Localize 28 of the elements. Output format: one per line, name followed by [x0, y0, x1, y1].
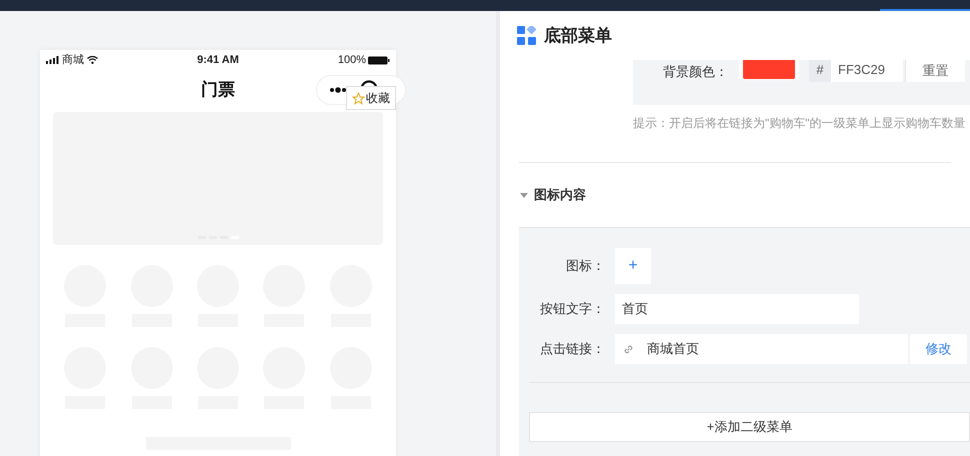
status-time: 9:41 AM [196, 52, 240, 68]
signal-icon [46, 56, 59, 64]
section-header[interactable]: 图标内容 [500, 163, 970, 227]
color-input[interactable]: FF3C29 [831, 60, 903, 82]
panel-title: 底部菜单 [544, 24, 612, 47]
hash-prefix: # [809, 60, 831, 82]
icon-label: 图标： [565, 257, 605, 276]
carrier-name: 商城 [62, 52, 84, 68]
bg-color-label: 背景颜色： [662, 63, 729, 81]
text-label: 按钮文字： [539, 300, 605, 318]
color-swatch[interactable] [739, 60, 799, 80]
link-label: 点击链接： [539, 340, 605, 358]
add-submenu-button[interactable]: +添加二级菜单 [529, 412, 970, 442]
link-input[interactable]: 商城首页 [615, 334, 908, 364]
text-input[interactable]: 首页 [615, 294, 859, 324]
star-icon [352, 92, 365, 104]
more-icon[interactable] [329, 87, 347, 93]
favorite-tip[interactable]: 收藏 [346, 86, 396, 110]
link-icon [623, 344, 634, 354]
page-title: 门票 [201, 79, 235, 102]
battery-level: 100% [338, 52, 366, 68]
reset-button[interactable]: 重置 [905, 60, 965, 82]
wifi-icon [87, 56, 98, 64]
add-icon-button[interactable]: + [615, 248, 651, 284]
edit-link-button[interactable]: 修改 [910, 334, 967, 364]
battery-icon [368, 56, 390, 64]
grid-icon [517, 26, 536, 45]
hint-text: 提示：开启后将在链接为"购物车"的一级菜单上显示购物车数量 [633, 115, 967, 132]
